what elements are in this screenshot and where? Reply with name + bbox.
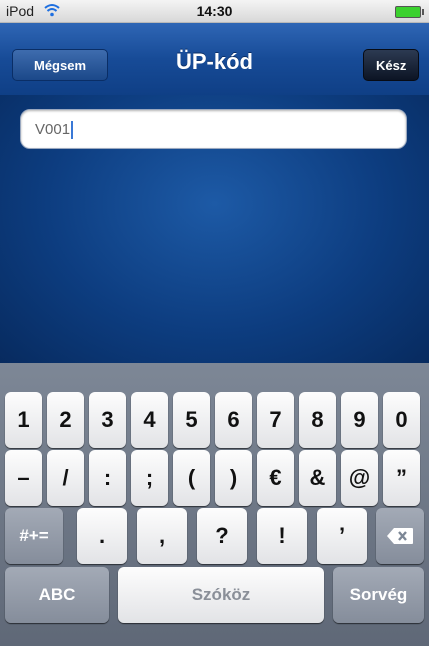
- key-7[interactable]: 7: [257, 392, 294, 448]
- key-8[interactable]: 8: [299, 392, 336, 448]
- symbols-mode-key[interactable]: #+=: [5, 508, 63, 564]
- key-period[interactable]: .: [77, 508, 127, 564]
- content-area: V001: [0, 95, 429, 367]
- clock: 14:30: [196, 3, 233, 19]
- key-question[interactable]: ?: [197, 508, 247, 564]
- key-comma[interactable]: ,: [137, 508, 187, 564]
- status-bar: iPod 14:30: [0, 0, 429, 23]
- space-key[interactable]: Szóköz: [118, 567, 324, 623]
- code-input[interactable]: V001: [20, 109, 407, 149]
- key-0[interactable]: 0: [383, 392, 420, 448]
- key-ampersand[interactable]: &: [299, 450, 336, 506]
- keyboard: 1 2 3 4 5 6 7 8 9 0 – / : ; ( ) € & @ ” …: [0, 363, 429, 646]
- backspace-icon: [376, 508, 424, 550]
- key-apostrophe[interactable]: ’: [317, 508, 367, 564]
- return-key[interactable]: Sorvég: [333, 567, 424, 623]
- done-button[interactable]: Kész: [363, 49, 419, 81]
- key-euro[interactable]: €: [257, 450, 294, 506]
- screen: iPod 14:30 Mégsem ÜP-kód Kész V001 1 2 3…: [0, 0, 429, 646]
- code-input-value: V001: [35, 121, 74, 140]
- abc-key[interactable]: ABC: [5, 567, 109, 623]
- key-1[interactable]: 1: [5, 392, 42, 448]
- key-3[interactable]: 3: [89, 392, 126, 448]
- text-caret: [71, 121, 74, 140]
- key-exclamation[interactable]: !: [257, 508, 307, 564]
- key-2[interactable]: 2: [47, 392, 84, 448]
- key-slash[interactable]: /: [47, 450, 84, 506]
- key-dash[interactable]: –: [5, 450, 42, 506]
- key-open-paren[interactable]: (: [173, 450, 210, 506]
- key-quote[interactable]: ”: [383, 450, 420, 506]
- key-5[interactable]: 5: [173, 392, 210, 448]
- key-close-paren[interactable]: ): [215, 450, 252, 506]
- key-colon[interactable]: :: [89, 450, 126, 506]
- key-6[interactable]: 6: [215, 392, 252, 448]
- key-at[interactable]: @: [341, 450, 378, 506]
- key-semicolon[interactable]: ;: [131, 450, 168, 506]
- key-4[interactable]: 4: [131, 392, 168, 448]
- navigation-bar: Mégsem ÜP-kód Kész: [0, 23, 429, 95]
- backspace-key[interactable]: [376, 508, 424, 564]
- battery-icon: [395, 6, 424, 18]
- key-9[interactable]: 9: [341, 392, 378, 448]
